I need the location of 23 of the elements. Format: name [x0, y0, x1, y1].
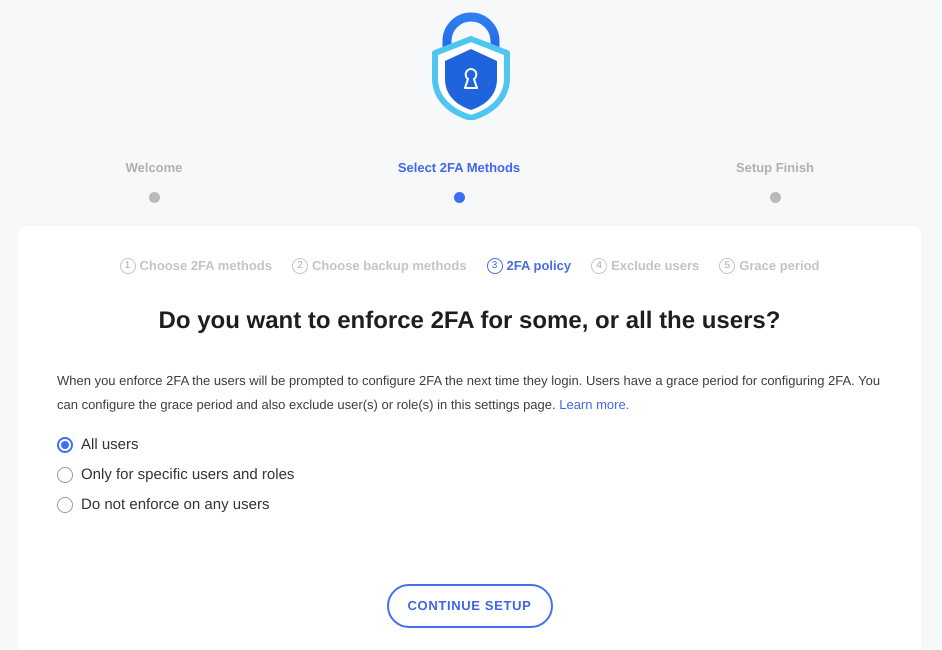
substep-label: Exclude users: [611, 257, 700, 276]
continue-setup-button[interactable]: CONTINUE SETUP: [386, 584, 552, 628]
radio-button[interactable]: [57, 437, 73, 453]
substep-label: Choose 2FA methods: [140, 257, 272, 276]
option-label: Only for specific users and roles: [81, 464, 294, 485]
option-label: Do not enforce on any users: [81, 494, 270, 515]
radio-button[interactable]: [57, 467, 73, 483]
step-number-icon: 3: [486, 258, 503, 274]
step-number-icon: 5: [719, 258, 736, 274]
substep-label: Choose backup methods: [312, 257, 467, 276]
question-heading: Do you want to enforce 2FA for some, or all the users?: [158, 306, 782, 336]
description-text: When you enforce 2FA the users will be prompted to configure 2FA the next time they login. Users have a grace period for configuring 2FA. You can configure the grace period and also exclude user(s) or role(s) in this settings page. Learn more.: [57, 372, 882, 414]
wizard-step-label: Select 2FA Methods: [398, 160, 520, 176]
wizard-step-label: Welcome: [126, 160, 182, 176]
radio-button[interactable]: [57, 497, 73, 513]
option-label: All users: [81, 434, 139, 455]
step-number-icon: 4: [591, 258, 608, 274]
learn-more-link[interactable]: Learn more.: [559, 397, 630, 412]
wizard-step-label: Setup Finish: [736, 160, 814, 176]
step-number-icon: 2: [292, 258, 308, 274]
step-number-icon: 1: [120, 258, 136, 274]
substep-label: Grace period: [739, 257, 820, 276]
substep-label: 2FA policy: [506, 257, 572, 276]
